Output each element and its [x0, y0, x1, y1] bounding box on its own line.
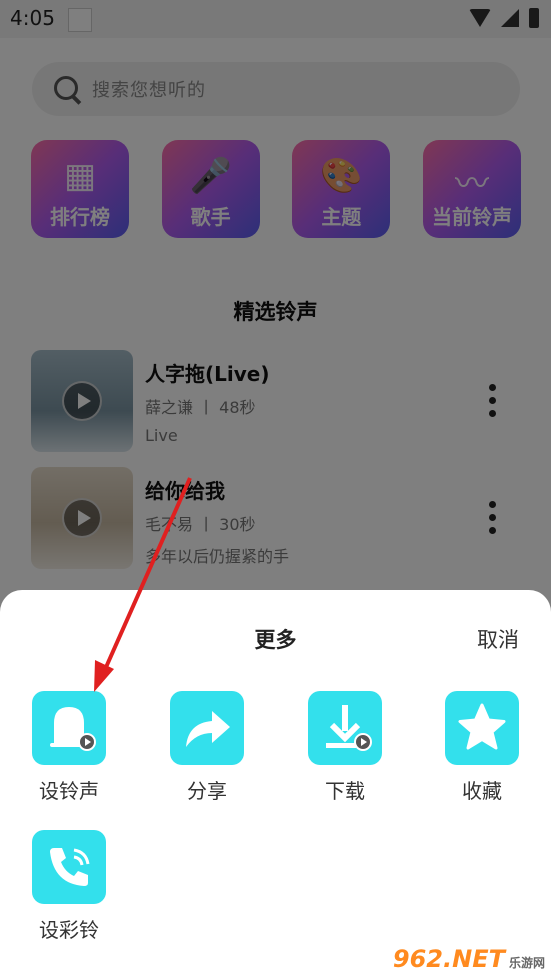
star-icon	[445, 691, 519, 765]
action-label: 分享	[187, 779, 227, 803]
more-bottom-sheet: 更多 取消 设铃声 分享 下载 收藏 设彩铃	[0, 590, 551, 979]
action-label: 收藏	[462, 779, 502, 803]
watermark-text: 962.NET	[392, 945, 505, 973]
phone-icon	[32, 830, 106, 904]
play-badge-icon	[354, 733, 372, 751]
share-button[interactable]: 分享	[157, 691, 257, 804]
cancel-button[interactable]: 取消	[477, 624, 519, 654]
set-ringtone-button[interactable]: 设铃声	[19, 691, 119, 804]
watermark-subtext: 乐游网	[508, 956, 545, 970]
action-label: 设铃声	[39, 779, 99, 803]
action-label: 设彩铃	[39, 918, 99, 942]
share-icon	[170, 691, 244, 765]
favorite-button[interactable]: 收藏	[432, 691, 532, 804]
action-label: 下载	[325, 779, 365, 803]
download-icon	[308, 691, 382, 765]
bell-icon	[32, 691, 106, 765]
watermark-logo: 962.NET 乐游网	[393, 945, 545, 973]
download-button[interactable]: 下载	[295, 691, 395, 804]
play-badge-icon	[78, 733, 96, 751]
sheet-title: 更多	[254, 628, 297, 652]
set-color-ringtone-button[interactable]: 设彩铃	[19, 830, 119, 943]
